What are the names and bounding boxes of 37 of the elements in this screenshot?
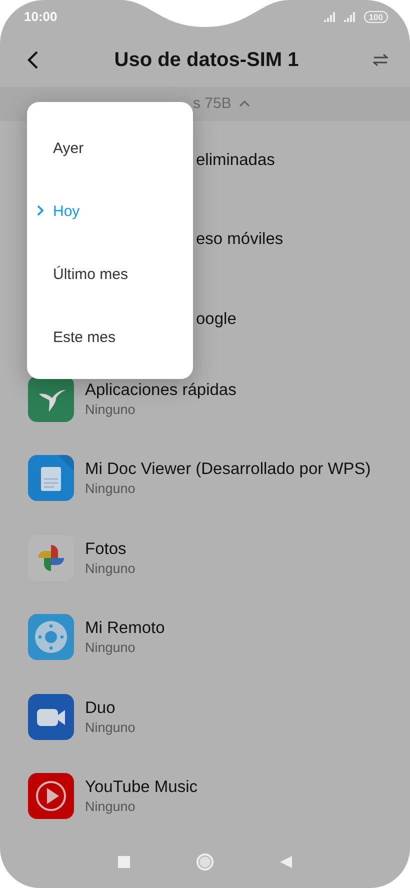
- video-camera-icon[interactable]: [28, 694, 74, 740]
- app-row[interactable]: Fotos Ninguno: [0, 518, 410, 598]
- signal-icon: [324, 12, 338, 22]
- hummingbird-icon[interactable]: [28, 376, 74, 422]
- app-row[interactable]: Mi Remoto Ninguno: [0, 598, 410, 677]
- app-usage: Ninguno: [85, 402, 136, 417]
- caret-icon: [239, 100, 250, 108]
- status-time: 10:00: [24, 9, 58, 24]
- back-icon[interactable]: [26, 50, 40, 70]
- app-usage: Ninguno: [85, 560, 136, 576]
- app-usage: Ninguno: [85, 799, 136, 814]
- app-name: YouTube Music: [85, 778, 198, 798]
- app-name: oogle: [196, 310, 236, 329]
- app-name: eliminadas: [196, 150, 275, 170]
- app-name: Duo: [85, 698, 116, 718]
- app-name: Mi Doc Viewer (Desarrollado por WPS): [85, 460, 371, 480]
- app-name: Fotos: [85, 540, 128, 559]
- page-title: Uso de datos-SIM 1: [113, 48, 300, 72]
- battery-level: 100: [364, 10, 388, 23]
- app-name: Aplicaciones rápidas: [85, 380, 236, 400]
- app-row[interactable]: YouTube Music Ninguno: [0, 756, 410, 836]
- app-name: Mi Remoto: [85, 619, 165, 638]
- app-row[interactable]: Duo Ninguno: [0, 677, 410, 756]
- app-name: eso móviles: [196, 230, 284, 250]
- swap-icon[interactable]: [373, 54, 388, 66]
- app-usage: Ninguno: [85, 720, 136, 735]
- home-icon[interactable]: [196, 853, 214, 871]
- app-row[interactable]: Mi Doc Viewer (Desarrollado por WPS) Ninguno: [0, 438, 410, 518]
- app-usage: Ninguno: [85, 481, 136, 496]
- remote-icon[interactable]: [28, 614, 74, 660]
- summary-text: s 75B: [193, 95, 232, 112]
- back-nav-icon[interactable]: [280, 856, 292, 868]
- menu-option[interactable]: Último mes: [27, 243, 138, 306]
- app-usage: Ninguno: [85, 640, 136, 656]
- signal-icon: [344, 12, 358, 22]
- chevron-icon: [37, 205, 44, 216]
- document-icon[interactable]: [28, 455, 74, 502]
